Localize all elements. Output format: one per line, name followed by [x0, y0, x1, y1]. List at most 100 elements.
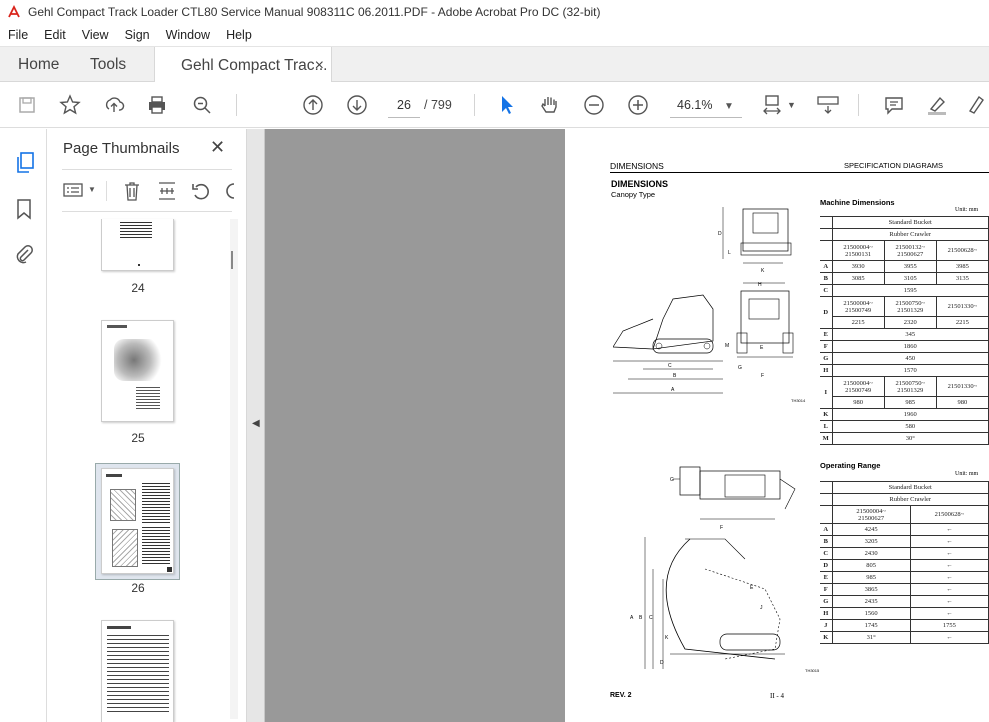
svg-text:G: G [738, 365, 742, 371]
page-fit-icon[interactable] [760, 92, 786, 118]
page-header-right: SPECIFICATION DIAGRAMS [844, 161, 944, 170]
machine-dimensions-table: Standard Bucket Rubber Crawler 21500004~… [820, 216, 989, 445]
page-footer-left: REV. 2 [610, 692, 632, 699]
section-title: DIMENSIONS [611, 179, 669, 189]
print-icon[interactable] [144, 92, 170, 118]
panel-title: Page Thumbnails [63, 140, 180, 157]
svg-text:B: B [639, 615, 643, 621]
svg-text:G: G [670, 477, 674, 483]
panel-close-icon[interactable]: ✕ [210, 137, 225, 158]
extract-pages-icon[interactable] [156, 180, 178, 202]
thumbnail-label-26: 26 [131, 581, 145, 595]
table-row: I 21500004~ 21500749 21500750~ 21501329 21501… [820, 376, 989, 409]
tab-bar: Home Tools Gehl Compact Trac... × [0, 46, 989, 84]
document-canvas: DIMENSIONS SPECIFICATION DIAGRAMS DIMENS… [265, 129, 989, 722]
svg-text:K: K [665, 635, 669, 641]
table-row: C 2430 ← [820, 547, 989, 560]
panel-collapse-strip[interactable]: ◀ [247, 129, 265, 722]
operating-crawler-header: Rubber Crawler [831, 493, 989, 506]
machine-bucket-header: Standard Bucket [831, 216, 989, 229]
machine-unit: Unit: mm [955, 207, 979, 213]
table-row: B 3085 3105 3135 [820, 272, 989, 285]
delete-page-icon[interactable] [122, 180, 142, 202]
share-upload-icon[interactable] [101, 92, 127, 118]
save-icon[interactable] [14, 92, 40, 118]
table-row: E 345 [820, 328, 989, 341]
page-footer-right: II - 4 [770, 692, 784, 700]
previous-page-icon[interactable] [300, 92, 326, 118]
page-thumbnail-27[interactable] [101, 620, 174, 722]
table-row: F 1860 [820, 340, 989, 353]
menu-window[interactable]: Window [158, 28, 218, 42]
svg-text:D: D [718, 231, 722, 237]
table-row: H 1560 ← [820, 607, 989, 620]
table-row: J 1745 1755 [820, 619, 989, 632]
bookmark-star-icon[interactable] [57, 92, 83, 118]
operating-range-title: Operating Range [820, 461, 881, 470]
zoom-out-icon[interactable] [581, 92, 607, 118]
thumbnail-scrollbar[interactable] [230, 219, 238, 719]
table-row: G 450 [820, 352, 989, 365]
thumbnail-options-icon[interactable] [63, 181, 85, 199]
section-subtitle: Canopy Type [611, 190, 656, 199]
rotate-clockwise-icon[interactable] [224, 180, 236, 202]
left-rail [0, 129, 47, 722]
collapse-arrow-icon[interactable]: ◀ [252, 418, 260, 429]
hand-tool-icon[interactable] [537, 92, 563, 118]
svg-text:E: E [760, 345, 764, 351]
menu-help[interactable]: Help [218, 28, 260, 42]
thumbnail-options-chevron-icon[interactable]: ▼ [88, 185, 96, 194]
page-thumbnail-26-selected[interactable] [95, 463, 180, 580]
svg-text:D: D [660, 660, 664, 666]
table-row: L 580 [820, 420, 989, 433]
table-row: A 4245 ← [820, 523, 989, 536]
comment-icon[interactable] [881, 92, 907, 118]
operating-bucket-header: Standard Bucket [831, 481, 989, 494]
figure2-code: TH3015 [805, 668, 820, 673]
tab-tools[interactable]: Tools [90, 47, 126, 83]
table-row: E 985 ← [820, 571, 989, 584]
next-page-icon[interactable] [344, 92, 370, 118]
svg-text:C: C [668, 363, 672, 369]
rotate-counterclockwise-icon[interactable] [190, 180, 212, 202]
table-row: M 30° [820, 432, 989, 445]
window-title: Gehl Compact Track Loader CTL80 Service … [28, 5, 601, 19]
svg-text:A: A [671, 387, 675, 393]
title-bar: Gehl Compact Track Loader CTL80 Service … [0, 0, 989, 24]
page-number-input[interactable]: 26 [388, 92, 420, 118]
pdf-page: DIMENSIONS SPECIFICATION DIAGRAMS DIMENS… [565, 129, 989, 722]
page-thumbnails-icon[interactable] [14, 151, 36, 175]
page-thumbnail-25[interactable] [101, 320, 174, 422]
page-thumbnail-24[interactable] [101, 219, 174, 271]
machine-dimensions-title: Machine Dimensions [820, 198, 895, 207]
table-row: H 1570 [820, 364, 989, 377]
menu-view[interactable]: View [74, 28, 117, 42]
table-row: 2215 2320 2215 [820, 316, 989, 329]
table-row: A 3930 3955 3985 [820, 260, 989, 273]
thumbnail-panel: Page Thumbnails ✕ ▼ 24 25 26 [48, 129, 247, 722]
page-header-left: DIMENSIONS [610, 161, 664, 171]
menu-sign[interactable]: Sign [117, 28, 158, 42]
acrobat-icon [8, 4, 20, 18]
zoom-in-icon[interactable] [625, 92, 651, 118]
svg-text:F: F [720, 525, 723, 531]
toolbar: ▼ ▼ [0, 82, 989, 128]
svg-text:H: H [758, 282, 762, 288]
tab-home[interactable]: Home [18, 47, 59, 83]
zoom-search-icon[interactable] [189, 92, 215, 118]
bookmarks-icon[interactable] [16, 198, 32, 220]
page-fit-chevron-icon[interactable]: ▼ [787, 100, 796, 110]
draw-tool-icon[interactable] [962, 92, 989, 118]
tab-document[interactable]: Gehl Compact Trac... × [154, 47, 332, 84]
tab-close-icon[interactable]: × [315, 57, 324, 75]
menu-edit[interactable]: Edit [36, 28, 74, 42]
zoom-level-input[interactable]: 46.1% [670, 92, 742, 118]
keyboard-read-icon[interactable] [815, 92, 841, 118]
attachments-icon[interactable] [14, 243, 34, 265]
highlight-pen-icon[interactable] [924, 92, 950, 118]
thumbnail-scrollbar-thumb[interactable] [231, 251, 233, 269]
table-row: D 805 ← [820, 559, 989, 572]
table-row: K 1960 [820, 408, 989, 421]
select-cursor-icon[interactable] [493, 92, 519, 118]
menu-file[interactable]: File [0, 28, 36, 42]
